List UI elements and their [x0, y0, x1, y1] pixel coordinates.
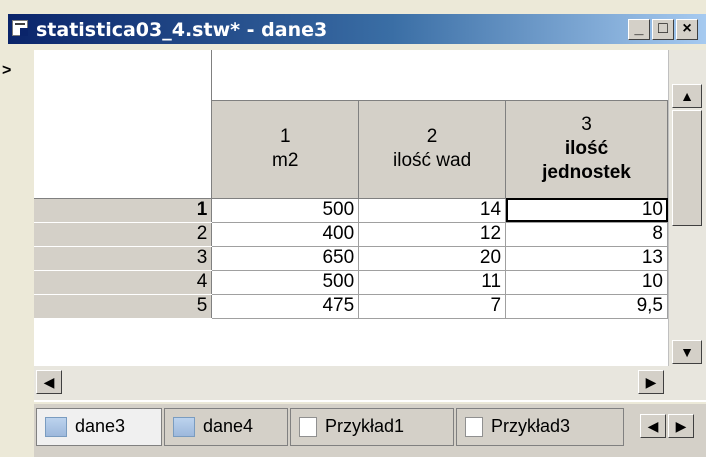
table-cell[interactable]: 7 — [358, 294, 507, 319]
column-header[interactable]: 1 m2 — [211, 100, 360, 199]
tab-label: dane4 — [203, 416, 254, 436]
table-cell[interactable]: 13 — [505, 246, 668, 271]
column-name: ilość wad — [393, 150, 472, 171]
minimize-button[interactable]: _ — [628, 19, 650, 40]
tab-przyklad3[interactable]: Przykład3 — [456, 408, 624, 446]
column-number: 1 — [279, 126, 291, 147]
maximize-button[interactable]: □ — [652, 19, 674, 40]
table-cell[interactable]: 20 — [358, 246, 507, 271]
scroll-left-button[interactable]: ◀ — [36, 370, 62, 394]
table-cell[interactable]: 8 — [505, 222, 668, 247]
title-bar[interactable]: statistica03_4.stw* - dane3 _ □ × — [8, 14, 706, 44]
data-grid[interactable]: 1 m2 2 ilość wad 3 ilość jednostek 1 500 — [34, 50, 668, 366]
column-name: m2 — [272, 150, 299, 171]
tab-przyklad1[interactable]: Przykład1 — [290, 408, 454, 446]
column-group-header — [211, 50, 668, 101]
row-header[interactable]: 5 — [34, 294, 213, 319]
window-title: statistica03_4.stw* - dane3 — [36, 19, 328, 41]
table-cell[interactable]: 10 — [505, 270, 668, 295]
row-header[interactable]: 2 — [34, 222, 213, 247]
spreadsheet-icon — [45, 417, 67, 438]
statistica-window: statistica03_4.stw* - dane3 _ □ × > 1 m2 — [0, 0, 706, 457]
table-cell[interactable]: 12 — [358, 222, 507, 247]
row-header[interactable]: 3 — [34, 246, 213, 271]
column-name: ilość jednostek — [542, 138, 631, 183]
scroll-down-button[interactable]: ▼ — [672, 340, 702, 364]
sheet-tab-bar: dane3 dane4 Przykład1 Przykład3 ◀ ▶ — [34, 404, 706, 457]
document-icon — [299, 417, 317, 438]
tab-scroll-left-button[interactable]: ◀ — [640, 414, 666, 438]
tab-dane3[interactable]: dane3 — [36, 408, 162, 446]
table-cell[interactable]: 475 — [211, 294, 360, 319]
row-header[interactable]: 1 — [34, 198, 213, 223]
spreadsheet-icon[interactable] — [12, 20, 28, 36]
table-cell[interactable]: 500 — [211, 198, 360, 223]
tab-label: Przykład3 — [491, 416, 571, 436]
active-cell[interactable]: 10 — [505, 198, 668, 223]
scroll-right-button[interactable]: ▶ — [638, 370, 664, 394]
scroll-thumb[interactable] — [672, 110, 702, 226]
tab-label: dane3 — [75, 416, 126, 436]
scroll-up-button[interactable]: ▲ — [672, 84, 702, 108]
table-cell[interactable]: 14 — [358, 198, 507, 223]
spreadsheet-icon — [173, 417, 195, 438]
table-cell[interactable]: 9,5 — [505, 294, 668, 319]
table-cell[interactable]: 650 — [211, 246, 360, 271]
tab-dane4[interactable]: dane4 — [164, 408, 288, 446]
column-number: 2 — [426, 126, 438, 147]
row-header[interactable]: 4 — [34, 270, 213, 295]
horizontal-scrollbar[interactable]: ◀ ▶ — [34, 366, 706, 400]
column-header[interactable]: 2 ilość wad — [358, 100, 507, 199]
table-cell[interactable]: 400 — [211, 222, 360, 247]
table-cell[interactable]: 11 — [358, 270, 507, 295]
document-icon — [465, 417, 483, 438]
vertical-scrollbar[interactable]: ▲ ▼ — [668, 50, 706, 366]
row-marker: > — [2, 62, 12, 79]
tab-scroll-right-button[interactable]: ▶ — [668, 414, 694, 438]
column-number: 3 — [581, 114, 592, 135]
corner-cell[interactable] — [34, 50, 213, 199]
table-cell[interactable]: 500 — [211, 270, 360, 295]
close-button[interactable]: × — [676, 19, 698, 40]
column-header[interactable]: 3 ilość jednostek — [505, 100, 668, 199]
spreadsheet: 1 m2 2 ilość wad 3 ilość jednostek 1 500 — [34, 50, 706, 402]
tab-label: Przykład1 — [325, 416, 405, 436]
